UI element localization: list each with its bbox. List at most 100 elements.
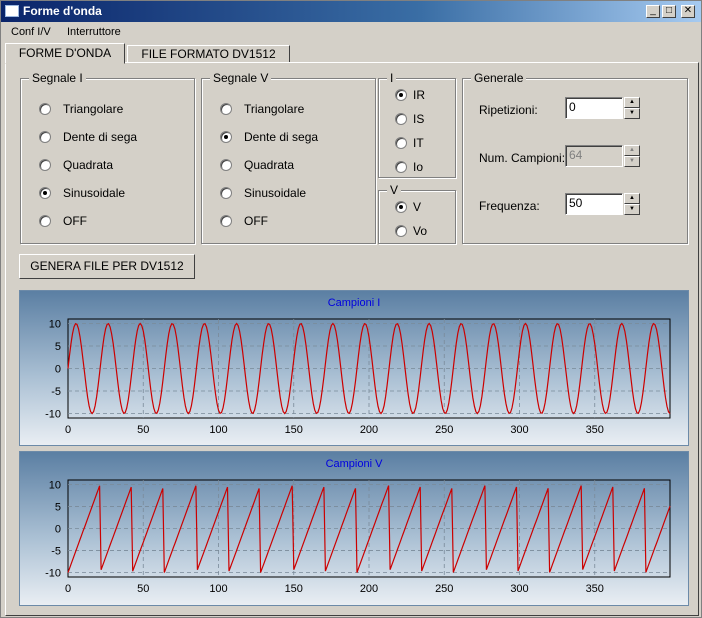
y-tick-label: 10 xyxy=(49,319,61,331)
group-title: Generale xyxy=(471,71,527,85)
radio-dot-icon[interactable] xyxy=(395,89,407,101)
window-title: Forme d'onda xyxy=(23,4,102,18)
frequenza-input[interactable]: 50 xyxy=(565,193,623,215)
group-i: I IR IS IT Io xyxy=(378,71,456,178)
genera-file-button[interactable]: GENERA FILE PER DV1512 xyxy=(19,254,195,279)
spin-up-icon: ▲ xyxy=(624,145,640,156)
maximize-button[interactable]: □ xyxy=(662,5,676,18)
radio-dot-icon[interactable] xyxy=(220,187,232,199)
y-tick-label: 5 xyxy=(55,501,61,513)
ripetizioni-label: Ripetizioni: xyxy=(479,103,538,117)
radio-dot-icon[interactable] xyxy=(395,225,407,237)
chart-svg: 1050-5-100 50 100 150 200 250 300 350 xyxy=(45,479,671,595)
x-tick-label: 300 xyxy=(510,424,528,436)
x-tick-label: 100 xyxy=(209,424,227,436)
x-tick-label: 250 xyxy=(435,583,453,595)
x-tick-label: 200 xyxy=(360,583,378,595)
radio-label: IT xyxy=(413,136,424,150)
radio-label: IR xyxy=(413,88,425,102)
x-tick-label: 150 xyxy=(285,583,303,595)
x-tick-label: 50 xyxy=(137,583,149,595)
group-title: Segnale I xyxy=(29,71,86,85)
x-tick-label: 150 xyxy=(285,424,303,436)
chart-campioni-v: Campioni V 10 5 0 -5 -10 0 50 100 150 200 250 300 35… xyxy=(19,451,689,606)
radio-dot-icon[interactable] xyxy=(395,113,407,125)
radio-dot-icon[interactable] xyxy=(39,187,51,199)
radio-label: Quadrata xyxy=(63,158,114,172)
y-tick-label: -5 xyxy=(51,386,61,398)
tab-forme-d-onda[interactable]: FORME D'ONDA xyxy=(5,43,125,64)
radio-dot-icon[interactable] xyxy=(220,215,232,227)
ripetizioni-spinner: 0 ▲ ▼ xyxy=(565,97,640,119)
x-tick-label: 0 xyxy=(65,424,71,436)
spin-up-icon[interactable]: ▲ xyxy=(624,193,640,204)
radio-label: Triangolare xyxy=(244,102,305,116)
spin-up-icon[interactable]: ▲ xyxy=(624,97,640,108)
spin-down-icon: ▼ xyxy=(624,156,640,167)
close-button[interactable]: ✕ xyxy=(681,5,695,18)
radio-label: Quadrata xyxy=(244,158,295,172)
x-tick-label: 350 xyxy=(586,424,604,436)
radio-dot-icon[interactable] xyxy=(395,201,407,213)
group-segnale-i: Segnale I Triangolare Dente di sega Quadra… xyxy=(20,71,195,244)
main-window: Forme d'onda _ □ ✕ Conf I/V Interruttore… xyxy=(0,0,702,618)
radio-label: Sinusoidale xyxy=(244,186,307,200)
radio-dot-icon[interactable] xyxy=(220,103,232,115)
y-tick-label: 5 xyxy=(55,341,61,353)
menu-conf-iv[interactable]: Conf I/V xyxy=(11,26,51,38)
num-campioni-label: Num. Campioni: xyxy=(479,151,566,165)
spin-down-icon[interactable]: ▼ xyxy=(624,204,640,215)
radio-label: V xyxy=(413,200,422,214)
radio-label: Dente di sega xyxy=(63,130,138,144)
radio-label: Triangolare xyxy=(63,102,124,116)
radio-dot-icon[interactable] xyxy=(39,131,51,143)
minimize-button[interactable]: _ xyxy=(646,5,660,18)
group-segnale-v: Segnale V Triangolare Dente di sega Quadra… xyxy=(201,71,376,244)
menu-bar: Conf I/V Interruttore xyxy=(1,23,701,41)
y-tick-label: 10 xyxy=(49,479,61,491)
chart-campioni-i: Campioni I 10 5 0 -5 -10 0 50 100 150 200 250 300 35… xyxy=(19,290,689,446)
x-tick-label: 200 xyxy=(360,424,378,436)
group-title: V xyxy=(387,183,402,197)
num-campioni-spinner: 64 ▲ ▼ xyxy=(565,145,640,167)
radio-label: OFF xyxy=(63,214,87,228)
x-tick-label: 350 xyxy=(586,583,604,595)
num-campioni-input: 64 xyxy=(565,145,623,167)
y-tick-label: -10 xyxy=(45,568,61,580)
radio-label: Sinusoidale xyxy=(63,186,126,200)
ripetizioni-input[interactable]: 0 xyxy=(565,97,623,119)
radio-dot-icon[interactable] xyxy=(39,103,51,115)
chart-svg: 1050-5-100 50 100 150 200 250 300 350 xyxy=(45,318,671,436)
group-generale: Generale Ripetizioni: 0 ▲ ▼ Num. Campion… xyxy=(462,71,688,244)
menu-interruttore[interactable]: Interruttore xyxy=(67,26,121,38)
y-tick-label: 0 xyxy=(55,364,61,376)
radio-dot-icon[interactable] xyxy=(39,215,51,227)
group-v: V V Vo xyxy=(378,183,456,244)
radio-dot-icon[interactable] xyxy=(220,131,232,143)
tab-file-formato[interactable]: FILE FORMATO DV1512 xyxy=(127,45,290,63)
radio-label: Io xyxy=(413,160,424,174)
x-tick-label: 50 xyxy=(137,424,149,436)
radio-dot-icon[interactable] xyxy=(395,161,407,173)
frequenza-label: Frequenza: xyxy=(479,199,540,213)
radio-dot-icon[interactable] xyxy=(395,137,407,149)
frequenza-spinner: 50 ▲ ▼ xyxy=(565,193,640,215)
y-tick-label: -5 xyxy=(51,546,61,558)
y-tick-label: 0 xyxy=(55,524,61,536)
radio-label: OFF xyxy=(244,214,268,228)
group-title: Segnale V xyxy=(210,71,272,85)
radio-label: Dente di sega xyxy=(244,130,319,144)
radio-dot-icon[interactable] xyxy=(39,159,51,171)
title-bar[interactable]: Forme d'onda _ □ ✕ xyxy=(1,1,701,22)
radio-dot-icon[interactable] xyxy=(220,159,232,171)
x-tick-label: 250 xyxy=(435,424,453,436)
radio-label: Vo xyxy=(413,224,428,238)
x-tick-label: 100 xyxy=(209,583,227,595)
x-tick-label: 0 xyxy=(65,583,71,595)
y-tick-label: -10 xyxy=(45,409,61,421)
spin-down-icon[interactable]: ▼ xyxy=(624,108,640,119)
x-tick-label: 300 xyxy=(510,583,528,595)
radio-label: IS xyxy=(413,112,425,126)
app-icon xyxy=(5,5,19,17)
group-title: I xyxy=(387,71,397,85)
